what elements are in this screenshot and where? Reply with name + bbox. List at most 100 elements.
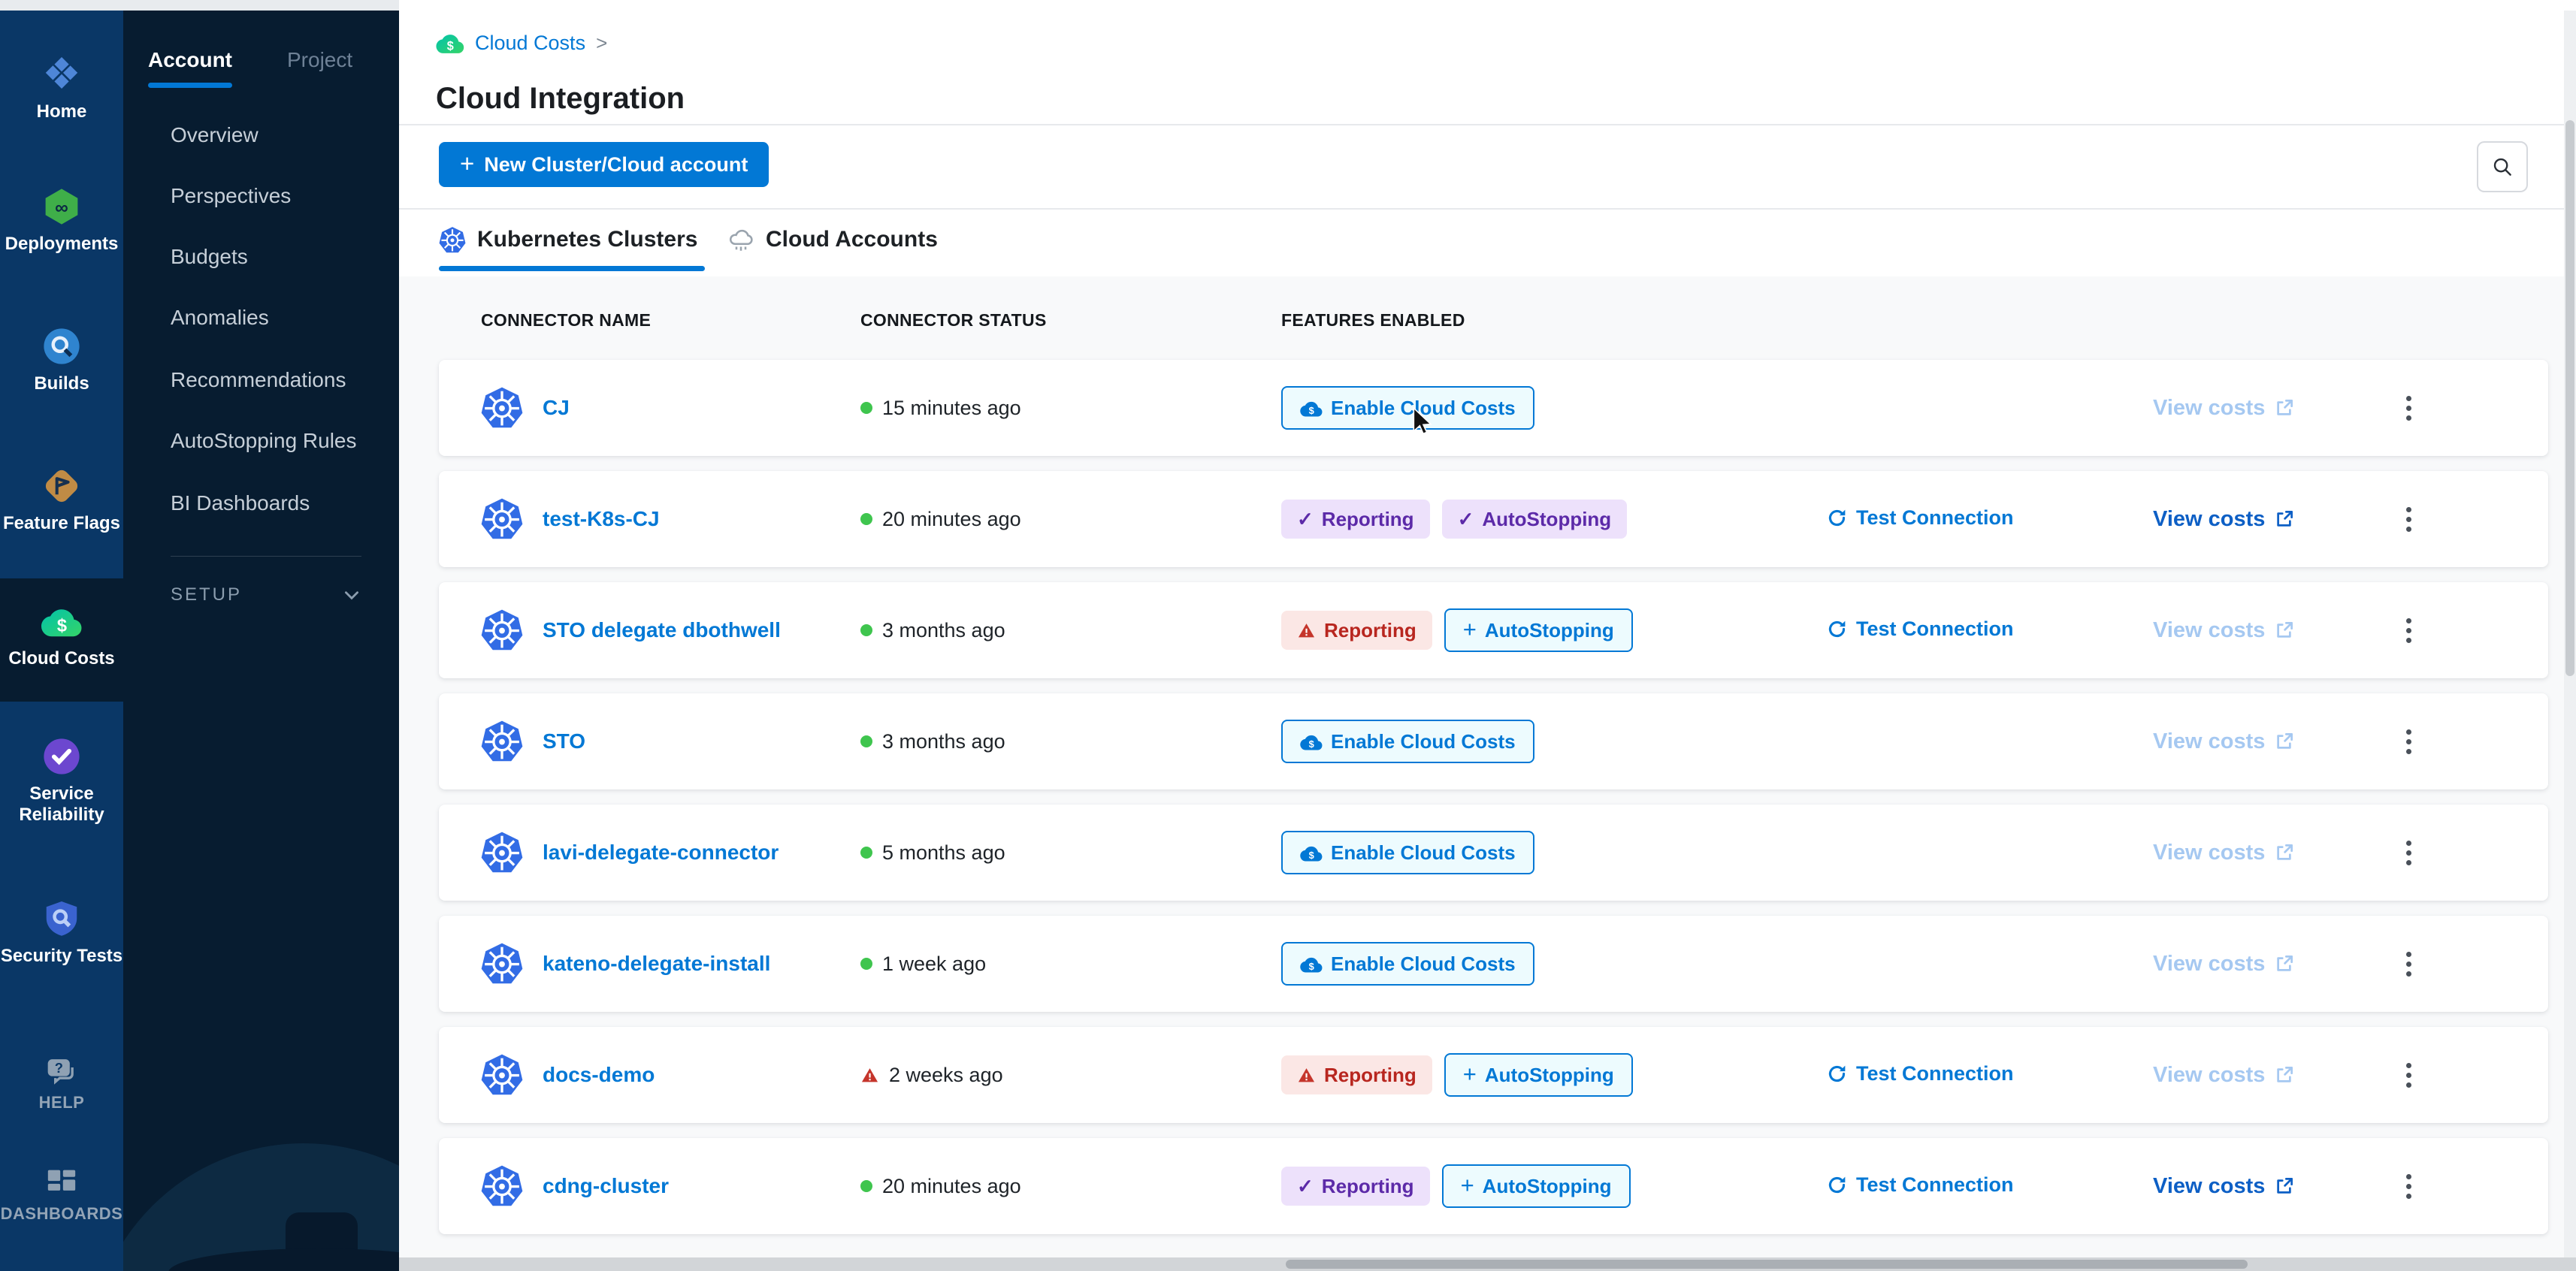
- cloud-dollar-icon: [1300, 398, 1323, 418]
- connector-name-link[interactable]: cdng-cluster: [543, 1174, 669, 1198]
- subnav-item-budgets[interactable]: Budgets: [171, 245, 248, 269]
- search-button[interactable]: [2477, 141, 2528, 192]
- connector-name-link[interactable]: STO: [543, 729, 585, 753]
- connector-name-link[interactable]: kateno-delegate-install: [543, 952, 770, 976]
- reporting-feature-badge: Reporting: [1281, 1055, 1432, 1094]
- features-cell: Reporting+AutoStopping: [1281, 608, 1826, 652]
- row-menu-button[interactable]: [2390, 1052, 2426, 1097]
- table-row: docs-demo 2 weeks ago Reporting+AutoStop…: [439, 1027, 2548, 1123]
- view-costs-label: View costs: [2153, 396, 2265, 421]
- sidebar-item-builds[interactable]: Builds: [0, 326, 123, 394]
- external-link-icon: [2274, 954, 2294, 974]
- feature-label: Reporting: [1322, 508, 1414, 531]
- connector-name-cell: lavi-delegate-connector: [481, 831, 860, 874]
- breadcrumb-cloud-costs-link[interactable]: Cloud Costs: [475, 32, 585, 55]
- test-connection-label: Test Connection: [1856, 617, 2014, 641]
- connector-name-link[interactable]: docs-demo: [543, 1063, 655, 1087]
- new-cluster-cloud-account-button[interactable]: + New Cluster/Cloud account: [439, 142, 769, 187]
- scope-tab-project[interactable]: Project: [287, 48, 352, 72]
- feature-label: Reporting: [1324, 1064, 1416, 1087]
- sidebar-item-cloud-costs[interactable]: $ Cloud Costs: [0, 601, 123, 669]
- row-menu-button[interactable]: [2390, 608, 2426, 653]
- view-costs-link[interactable]: View costs: [2153, 952, 2294, 977]
- connector-status-text: 20 minutes ago: [882, 1175, 1021, 1198]
- connector-name-link[interactable]: CJ: [543, 396, 570, 420]
- svg-text:?: ?: [55, 1060, 63, 1076]
- autostopping-add-button[interactable]: +AutoStopping: [1444, 1053, 1633, 1097]
- scope-tab-account[interactable]: Account: [148, 48, 232, 72]
- vertical-scrollbar-thumb[interactable]: [2565, 120, 2574, 676]
- view-costs-link[interactable]: View costs: [2153, 396, 2294, 421]
- view-costs-link[interactable]: View costs: [2153, 1174, 2294, 1199]
- test-connection-link[interactable]: Test Connection: [1826, 617, 2014, 641]
- subnav-setup-toggle[interactable]: SETUP: [171, 584, 361, 605]
- sidebar-item-deployments[interactable]: ∞ Deployments: [0, 186, 123, 255]
- enable-cloud-costs-button[interactable]: Enable Cloud Costs: [1281, 386, 1534, 430]
- sidebar-item-label: Security Tests: [1, 946, 122, 967]
- view-costs-link[interactable]: View costs: [2153, 1063, 2294, 1088]
- autostopping-add-button[interactable]: +AutoStopping: [1442, 1164, 1631, 1208]
- enable-cloud-costs-button[interactable]: Enable Cloud Costs: [1281, 720, 1534, 763]
- enable-cloud-costs-button[interactable]: Enable Cloud Costs: [1281, 831, 1534, 874]
- table-row: cdng-cluster 20 minutes ago ✓Reporting +A…: [439, 1138, 2548, 1234]
- subnav-item-anomalies[interactable]: Anomalies: [171, 306, 269, 330]
- status-indicator: [860, 402, 872, 414]
- sidebar-item-help[interactable]: ? HELP: [0, 1056, 123, 1113]
- view-costs-label: View costs: [2153, 841, 2265, 865]
- tab-kubernetes-clusters[interactable]: Kubernetes Clusters: [439, 208, 697, 271]
- test-connection-link[interactable]: Test Connection: [1826, 1062, 2014, 1085]
- check-icon: ✓: [1458, 508, 1474, 531]
- reporting-feature-badge: ✓Reporting: [1281, 1167, 1430, 1206]
- row-menu-button[interactable]: [2390, 719, 2426, 764]
- tab-cloud-accounts[interactable]: Cloud Accounts: [727, 208, 938, 271]
- sidebar-item-dashboards[interactable]: DASHBOARDS: [0, 1167, 123, 1224]
- subnav-item-bi-dashboards[interactable]: BI Dashboards: [171, 491, 310, 515]
- new-button-label: New Cluster/Cloud account: [484, 153, 748, 177]
- external-link-icon: [2274, 398, 2294, 418]
- row-menu-button[interactable]: [2390, 941, 2426, 986]
- sidebar-item-home[interactable]: ❖ Home: [0, 54, 123, 122]
- test-connection-link[interactable]: Test Connection: [1826, 506, 2014, 530]
- enable-cloud-costs-button[interactable]: Enable Cloud Costs: [1281, 942, 1534, 986]
- subnav-item-perspectives[interactable]: Perspectives: [171, 184, 291, 208]
- view-costs-link[interactable]: View costs: [2153, 729, 2294, 754]
- row-menu-button[interactable]: [2390, 1164, 2426, 1209]
- table-row: STO delegate dbothwell 3 months ago Repo…: [439, 582, 2548, 678]
- connector-status-cell: 3 months ago: [860, 730, 1281, 753]
- subnav-item-recommendations[interactable]: Recommendations: [171, 368, 346, 392]
- connector-name-link[interactable]: lavi-delegate-connector: [543, 841, 779, 865]
- row-menu-button[interactable]: [2390, 385, 2426, 430]
- horizontal-scrollbar-thumb[interactable]: [1286, 1260, 2248, 1269]
- view-costs-link[interactable]: View costs: [2153, 841, 2294, 865]
- kubernetes-icon: [481, 1164, 523, 1208]
- vertical-scrollbar[interactable]: [2564, 11, 2576, 1271]
- kubernetes-icon: [481, 386, 523, 430]
- header-divider: [399, 124, 2564, 125]
- row-menu-button[interactable]: [2390, 497, 2426, 542]
- sidebar-item-service-reliability[interactable]: Service Reliability: [0, 736, 123, 826]
- connector-name-link[interactable]: test-K8s-CJ: [543, 507, 660, 531]
- builds-icon: [41, 326, 82, 367]
- view-costs-label: View costs: [2153, 729, 2265, 754]
- sidebar-item-feature-flags[interactable]: Feature Flags: [0, 466, 123, 534]
- sidebar-item-security-tests[interactable]: Security Tests: [0, 898, 123, 967]
- connector-name-link[interactable]: STO delegate dbothwell: [543, 618, 781, 642]
- subnav-item-overview[interactable]: Overview: [171, 123, 259, 147]
- sidebar-item-label: DASHBOARDS: [1, 1204, 123, 1224]
- test-connection-cell: Test Connection: [1826, 1173, 2153, 1200]
- external-link-icon: [2274, 509, 2294, 530]
- module-sidebar: ❖ Home ∞ Deployments Builds Feature Fla: [0, 11, 123, 1271]
- test-connection-link[interactable]: Test Connection: [1826, 1173, 2014, 1197]
- autostopping-add-button[interactable]: +AutoStopping: [1444, 608, 1633, 652]
- row-menu-button[interactable]: [2390, 830, 2426, 875]
- warning-icon: [860, 1067, 879, 1084]
- view-costs-link[interactable]: View costs: [2153, 618, 2294, 643]
- connector-name-cell: test-K8s-CJ: [481, 497, 860, 541]
- horizontal-scrollbar[interactable]: [399, 1257, 2576, 1271]
- view-costs-label: View costs: [2153, 618, 2265, 643]
- feature-label: Enable Cloud Costs: [1331, 397, 1516, 420]
- cloud-dollar-icon: [1300, 954, 1323, 974]
- view-costs-link[interactable]: View costs: [2153, 507, 2294, 532]
- connector-name-cell: CJ: [481, 386, 860, 430]
- subnav-item-autostopping-rules[interactable]: AutoStopping Rules: [171, 429, 357, 453]
